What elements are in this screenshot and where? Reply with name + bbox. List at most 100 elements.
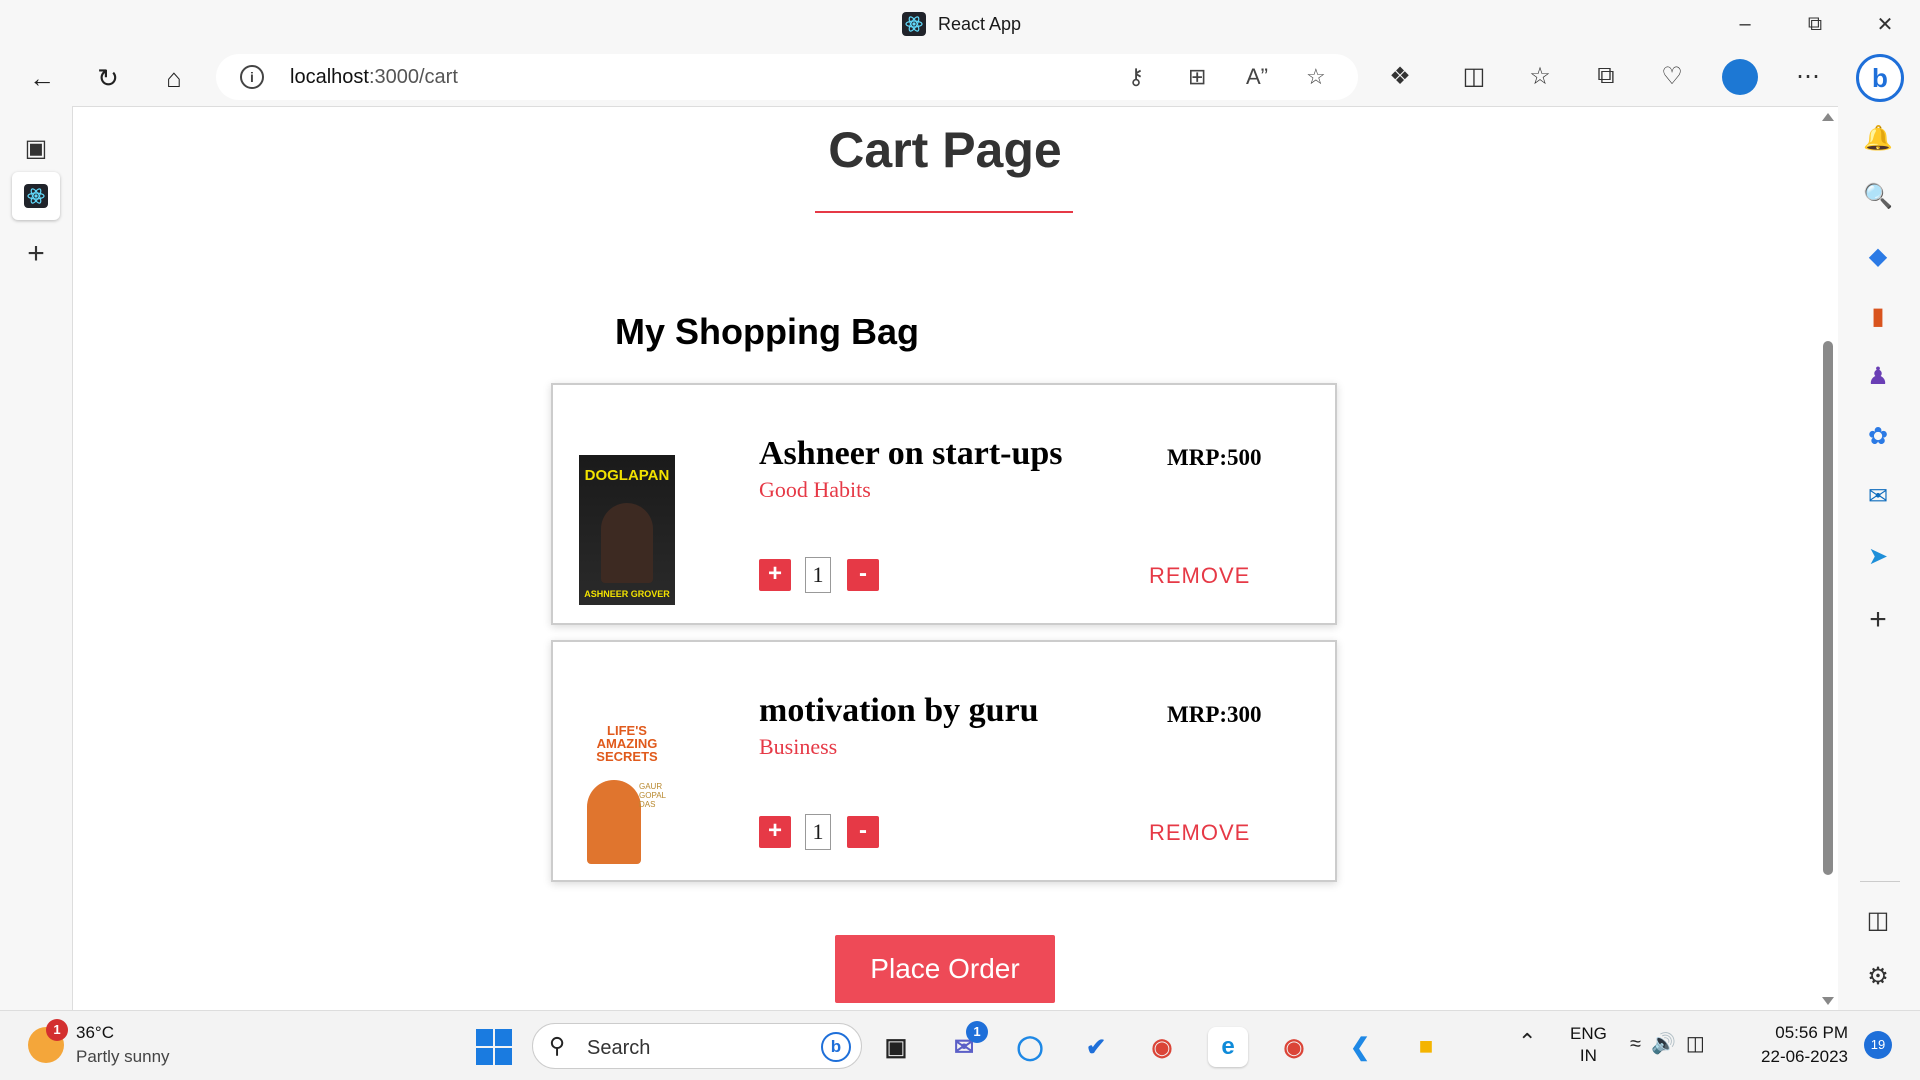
quantity-value: 1: [805, 814, 831, 850]
item-price: MRP:300: [1167, 702, 1262, 727]
item-price: MRP:500: [1167, 445, 1262, 470]
search-icon[interactable]: 🔍: [1860, 178, 1896, 214]
cart-item: LIFE'S AMAZING SECRETS GAUR GOPAL DAS mo…: [551, 640, 1337, 882]
home-icon[interactable]: ⌂: [154, 58, 194, 98]
weather-description[interactable]: Partly sunny: [76, 1047, 170, 1067]
taskbar-search[interactable]: ⚲ Search b: [532, 1023, 862, 1069]
collections-icon[interactable]: ⧉: [1588, 62, 1624, 90]
new-tab-icon[interactable]: +: [12, 230, 60, 278]
bing-chat-icon[interactable]: b: [1856, 54, 1904, 102]
lang-code: ENG: [1570, 1024, 1607, 1043]
microsoft-365-icon[interactable]: ✿: [1860, 418, 1896, 454]
window-title-bar: React App – ⧉ ✕: [0, 0, 1920, 50]
windows-taskbar: 1 36°C Partly sunny ⚲ Search b ▣ ✉ 1 ◯ ✔…: [0, 1010, 1920, 1080]
window-title-text: React App: [938, 13, 1022, 34]
teams-badge: 1: [966, 1021, 988, 1043]
increase-quantity-button[interactable]: +: [759, 816, 791, 848]
browser-toolbar: ← ↻ ⌂ i localhost:3000/cart ⚷ ⊞ A” ☆ ❖ ◫…: [0, 50, 1920, 106]
zoom-icon[interactable]: ◯: [1010, 1027, 1050, 1067]
settings-gear-icon[interactable]: ⚙: [1860, 958, 1896, 994]
apps-icon[interactable]: ⊞: [1188, 64, 1206, 90]
system-tray-icons[interactable]: ≈🔊◫: [1630, 1031, 1715, 1056]
drop-send-icon[interactable]: ➤: [1860, 538, 1896, 574]
react-logo-icon: [902, 12, 926, 36]
increase-quantity-button[interactable]: +: [759, 559, 791, 591]
sidebar-divider: [1860, 881, 1900, 882]
volume-icon[interactable]: 🔊: [1651, 1033, 1686, 1055]
restore-button[interactable]: ⧉: [1780, 0, 1850, 48]
bell-icon[interactable]: 🔔: [1860, 120, 1896, 156]
book-cover-image[interactable]: LIFE'S AMAZING SECRETS GAUR GOPAL DAS: [579, 714, 675, 864]
item-name: motivation by guru: [759, 692, 1039, 729]
tab-actions-icon[interactable]: ▣: [12, 124, 60, 172]
favorites-icon[interactable]: ☆: [1522, 62, 1558, 91]
wifi-icon[interactable]: ≈: [1630, 1033, 1651, 1055]
title-underline: [815, 211, 1073, 213]
weather-badge: 1: [46, 1019, 68, 1041]
book-cover-author: ASHNEER GROVER: [584, 589, 670, 599]
book-cover-image[interactable]: DOGLAPAN ASHNEER GROVER: [579, 455, 675, 605]
password-key-icon[interactable]: ⚷: [1128, 64, 1144, 90]
file-explorer-icon[interactable]: ■: [1406, 1027, 1446, 1067]
hide-sidebar-icon[interactable]: ◫: [1860, 902, 1896, 938]
split-screen-icon[interactable]: ◫: [1456, 62, 1492, 91]
page-viewport: Cart Page My Shopping Bag DOGLAPAN ASHNE…: [72, 106, 1838, 1010]
profile-avatar[interactable]: [1722, 59, 1758, 95]
favorite-star-icon[interactable]: ☆: [1306, 64, 1326, 90]
scrollbar-thumb[interactable]: [1823, 341, 1833, 875]
chrome-icon[interactable]: ◉: [1142, 1027, 1182, 1067]
scroll-up-arrow[interactable]: [1822, 113, 1834, 121]
item-category: Business: [759, 734, 838, 759]
page-scrollbar[interactable]: [1818, 107, 1838, 1010]
remove-item-button[interactable]: REMOVE: [1149, 820, 1250, 846]
book-cover-portrait: [601, 503, 653, 583]
url-host: localhost: [290, 66, 369, 88]
address-bar[interactable]: i localhost:3000/cart ⚷ ⊞ A” ☆: [216, 54, 1358, 100]
item-name: Ashneer on start-ups: [759, 435, 1063, 472]
tools-icon[interactable]: ▮: [1860, 298, 1896, 334]
lang-region: IN: [1579, 1046, 1597, 1065]
todo-check-icon[interactable]: ✔: [1076, 1027, 1116, 1067]
item-category: Good Habits: [759, 477, 871, 502]
notification-count-badge[interactable]: 19: [1864, 1031, 1892, 1059]
task-view-icon[interactable]: ▣: [876, 1027, 916, 1067]
book-cover-portrait: [587, 780, 641, 864]
edge-icon[interactable]: e: [1208, 1027, 1248, 1067]
extensions-icon[interactable]: ❖: [1382, 62, 1418, 91]
minimize-button[interactable]: –: [1710, 0, 1780, 48]
refresh-icon[interactable]: ↻: [88, 58, 128, 98]
windows-start-icon[interactable]: [476, 1029, 512, 1065]
chrome-profile-icon[interactable]: ◉: [1274, 1027, 1314, 1067]
tab-react-app[interactable]: [12, 172, 60, 220]
back-icon[interactable]: ←: [22, 58, 62, 98]
add-sidebar-app-icon[interactable]: +: [1860, 602, 1896, 638]
close-button[interactable]: ✕: [1850, 0, 1920, 48]
decrease-quantity-button[interactable]: -: [847, 559, 879, 591]
decrease-quantity-button[interactable]: -: [847, 816, 879, 848]
page-title: Cart Page: [828, 122, 1062, 178]
shopping-bag-title: My Shopping Bag: [615, 311, 919, 352]
games-icon[interactable]: ♟: [1860, 358, 1896, 394]
book-cover-title: DOGLAPAN: [584, 467, 670, 484]
read-aloud-icon[interactable]: A”: [1246, 64, 1268, 90]
scroll-down-arrow[interactable]: [1822, 997, 1834, 1005]
vscode-icon[interactable]: ❮: [1340, 1027, 1380, 1067]
show-hidden-icons-chevron-icon[interactable]: ⌃: [1518, 1029, 1536, 1055]
book-cover-title: LIFE'S AMAZING SECRETS: [596, 723, 658, 764]
bing-icon[interactable]: b: [821, 1032, 851, 1062]
shopping-tag-icon[interactable]: ◆: [1860, 238, 1896, 274]
remove-item-button[interactable]: REMOVE: [1149, 563, 1250, 589]
temperature[interactable]: 36°C: [76, 1023, 114, 1043]
language-indicator[interactable]: ENG IN: [1570, 1023, 1607, 1067]
system-clock[interactable]: 05:56 PM 22-06-2023: [1752, 1021, 1848, 1069]
book-cover-author: GAUR GOPAL DAS: [639, 782, 666, 809]
cart-item: DOGLAPAN ASHNEER GROVER Ashneer on start…: [551, 383, 1337, 625]
place-order-button[interactable]: Place Order: [835, 935, 1055, 1003]
url-text[interactable]: localhost:3000/cart: [290, 66, 458, 89]
more-options-icon[interactable]: ⋯: [1790, 62, 1826, 91]
site-info-icon[interactable]: i: [240, 65, 264, 89]
react-logo-icon: [24, 184, 48, 208]
browser-essentials-icon[interactable]: ♡: [1654, 62, 1690, 91]
battery-icon[interactable]: ◫: [1686, 1033, 1715, 1055]
outlook-icon[interactable]: ✉: [1860, 478, 1896, 514]
